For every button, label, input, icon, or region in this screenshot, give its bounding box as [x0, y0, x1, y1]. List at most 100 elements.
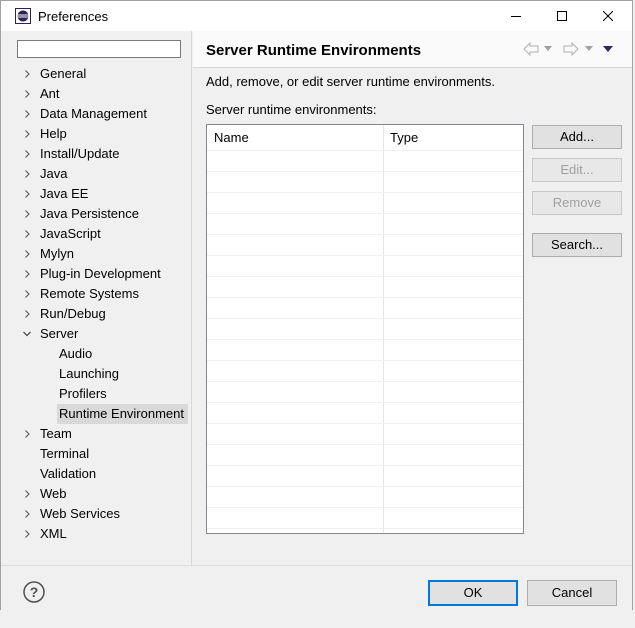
tree-item-label: Runtime Environment [57, 404, 188, 424]
tree-item[interactable]: Install/Update [9, 144, 185, 164]
tree-item[interactable]: Remote Systems [9, 284, 185, 304]
table-row [207, 255, 523, 256]
tree-item-label: Server [40, 326, 79, 341]
tree-item[interactable]: Ant [9, 84, 185, 104]
tree-item[interactable]: Java EE [9, 184, 185, 204]
tree-item-label: XML [40, 526, 67, 541]
table-row [207, 192, 523, 193]
chevron-right-icon[interactable] [21, 124, 33, 144]
tree-item[interactable]: Terminal [9, 444, 185, 464]
tree-item[interactable]: Data Management [9, 104, 185, 124]
tree-item[interactable]: Java Persistence [9, 204, 185, 224]
view-menu-button[interactable] [603, 40, 613, 58]
tree-item[interactable]: Team [9, 424, 185, 444]
tree-item-label: Java EE [40, 186, 89, 201]
table-row [207, 297, 523, 298]
back-history-dropdown[interactable] [544, 40, 552, 58]
chevron-right-icon[interactable] [21, 504, 33, 524]
tree-item[interactable]: Runtime Environment [9, 404, 188, 424]
table-row [207, 150, 523, 151]
chevron-down-icon[interactable] [21, 324, 33, 344]
search-button[interactable]: Search... [532, 233, 622, 257]
ok-button[interactable]: OK [428, 580, 518, 606]
table-row [207, 276, 523, 277]
column-header-type[interactable]: Type [383, 125, 523, 150]
table-label: Server runtime environments: [206, 102, 377, 117]
forward-arrow-icon [563, 42, 579, 56]
column-header-name[interactable]: Name [207, 125, 383, 150]
table-row [207, 423, 523, 424]
tree-item[interactable]: General [9, 64, 185, 84]
tree-item[interactable]: Validation [9, 464, 185, 484]
tree-item-label: Install/Update [40, 146, 120, 161]
cancel-button[interactable]: Cancel [527, 580, 617, 606]
chevron-right-icon[interactable] [21, 104, 33, 124]
tree-item[interactable]: Run/Debug [9, 304, 185, 324]
chevron-right-icon[interactable] [21, 264, 33, 284]
tree-item-label: Plug-in Development [40, 266, 161, 281]
chevron-right-icon[interactable] [21, 244, 33, 264]
table-row [207, 402, 523, 403]
chevron-right-icon[interactable] [21, 424, 33, 444]
tree-item[interactable]: Profilers [9, 384, 185, 404]
table-row [207, 171, 523, 172]
table-row [207, 339, 523, 340]
page-description: Add, remove, or edit server runtime envi… [206, 74, 496, 89]
tree-item-label: Ant [40, 86, 60, 101]
forward-button[interactable] [563, 40, 579, 58]
table-row [207, 528, 523, 529]
chevron-right-icon[interactable] [21, 524, 33, 544]
runtime-environments-table[interactable]: Name Type [206, 124, 524, 534]
chevron-right-icon[interactable] [21, 164, 33, 184]
add-button[interactable]: Add... [532, 125, 622, 149]
table-row [207, 465, 523, 466]
maximize-button[interactable] [539, 1, 585, 31]
tree-item[interactable]: Audio [9, 344, 185, 364]
back-button[interactable] [523, 40, 539, 58]
tree-item[interactable]: Launching [9, 364, 185, 384]
tree-item-label: General [40, 66, 87, 81]
minimize-button[interactable] [493, 1, 539, 31]
tree-item[interactable]: Mylyn [9, 244, 185, 264]
chevron-right-icon[interactable] [21, 224, 33, 244]
tree-item-label: Java [40, 166, 68, 181]
close-window-button[interactable] [585, 1, 631, 31]
minimize-icon [511, 16, 521, 17]
tree-item[interactable]: Help [9, 124, 185, 144]
tree-item-label: JavaScript [40, 226, 101, 241]
filter-input[interactable] [17, 40, 181, 58]
tree-item-label: Data Management [40, 106, 147, 121]
chevron-down-icon [585, 46, 593, 51]
sash-divider[interactable] [191, 31, 192, 565]
chevron-right-icon[interactable] [21, 204, 33, 224]
tree-item-label: Validation [40, 466, 97, 481]
chevron-right-icon[interactable] [21, 484, 33, 504]
chevron-right-icon[interactable] [21, 184, 33, 204]
edit-button[interactable]: Edit... [532, 158, 622, 182]
title-bar: Preferences [1, 1, 632, 31]
back-arrow-icon [523, 42, 539, 56]
chevron-right-icon[interactable] [21, 304, 33, 324]
help-icon[interactable]: ? [23, 581, 45, 603]
table-row [207, 486, 523, 487]
tree-item[interactable]: XML [9, 524, 185, 544]
chevron-right-icon[interactable] [21, 64, 33, 84]
remove-button[interactable]: Remove [532, 191, 622, 215]
tree-item[interactable]: Web Services [9, 504, 185, 524]
tree-item-label: Profilers [59, 386, 107, 401]
tree-item-label: Team [40, 426, 72, 441]
tree-item-label: Web Services [40, 506, 120, 521]
chevron-right-icon[interactable] [21, 144, 33, 164]
chevron-down-icon [544, 46, 552, 51]
dialog-footer: ? OK Cancel [1, 565, 632, 612]
tree-item[interactable]: Server [9, 324, 185, 344]
tree-item[interactable]: Web [9, 484, 185, 504]
tree-item[interactable]: Java [9, 164, 185, 184]
tree-item[interactable]: Plug-in Development [9, 264, 185, 284]
chevron-right-icon[interactable] [21, 84, 33, 104]
chevron-right-icon[interactable] [21, 284, 33, 304]
tree-item-label: Run/Debug [40, 306, 106, 321]
tree-item[interactable]: JavaScript [9, 224, 185, 244]
forward-history-dropdown[interactable] [585, 40, 593, 58]
table-row [207, 444, 523, 445]
